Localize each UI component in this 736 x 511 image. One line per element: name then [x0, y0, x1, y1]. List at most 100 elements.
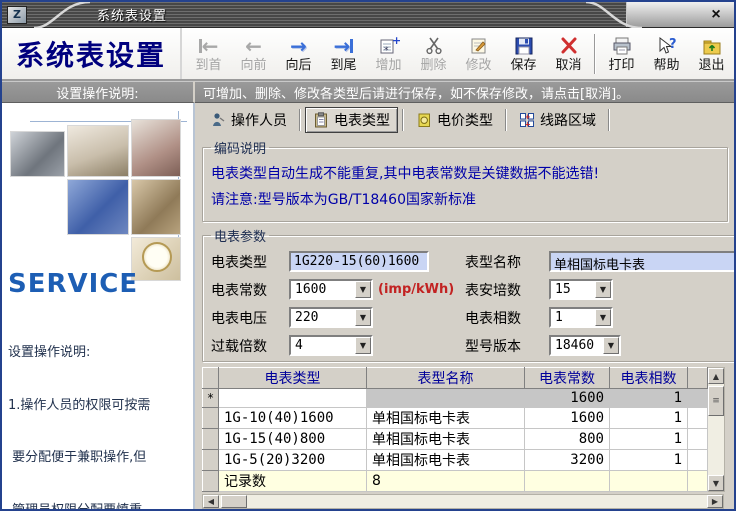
meter-type-field[interactable]: 1G220-15(60)1600	[289, 251, 429, 273]
voltage-dropdown-icon[interactable]: ▼	[355, 309, 371, 327]
grid-col-model-name[interactable]: 表型名称	[366, 367, 525, 390]
phases-value: 1	[555, 310, 563, 326]
horizontal-scroll-track[interactable]	[247, 495, 707, 508]
overload-select[interactable]: 4 ▼	[289, 335, 373, 357]
grid-col-filler	[687, 367, 708, 390]
amperage-select[interactable]: 15 ▼	[549, 279, 613, 301]
cell-filler	[687, 428, 708, 451]
amperage-label: 表安培数	[465, 282, 521, 299]
scroll-down-icon[interactable]: ▼	[708, 475, 724, 492]
scroll-left-icon[interactable]: ◀	[203, 495, 219, 508]
go-next-button[interactable]: → 向后	[276, 30, 321, 78]
model-name-field[interactable]: 单相国标电卡表	[549, 251, 734, 273]
row-selector-footer	[202, 470, 219, 493]
cell-constant[interactable]: 1600	[524, 407, 610, 430]
close-button[interactable]: ×	[706, 5, 726, 25]
service-wordmark: SERVICE	[8, 269, 139, 299]
grid-col-constant[interactable]: 电表常数	[524, 367, 610, 390]
cell-constant[interactable]: 3200	[524, 449, 610, 472]
delete-button[interactable]: 删除	[411, 30, 456, 78]
grid-vertical-scrollbar[interactable]: ▲ ≡ ▼	[708, 367, 725, 493]
go-next-label: 向后	[285, 58, 312, 73]
modify-button[interactable]: 修改	[456, 30, 501, 78]
go-last-button[interactable]: → 到尾	[321, 30, 366, 78]
tab-line-areas[interactable]: + + 线路区域	[511, 107, 604, 133]
voltage-select[interactable]: 220 ▼	[289, 307, 373, 329]
print-button[interactable]: 打印	[599, 30, 644, 78]
grid-data-row[interactable]: 1G-15(40)800 单相国标电卡表 800 1	[202, 428, 708, 451]
amperage-value: 15	[555, 282, 571, 298]
cell-phases[interactable]: 1	[609, 388, 688, 409]
model-version-dropdown-icon[interactable]: ▼	[603, 337, 619, 355]
delete-scissors-icon	[423, 34, 445, 58]
cell-meter-type[interactable]: 1G-15(40)800	[218, 428, 367, 451]
amperage-dropdown-icon[interactable]: ▼	[595, 281, 611, 299]
svg-text:+: +	[525, 121, 531, 129]
collage-hands-photo	[131, 179, 181, 235]
go-first-icon: ←	[198, 34, 218, 58]
horizontal-scroll-thumb[interactable]	[221, 495, 247, 508]
phases-label: 电表相数	[465, 310, 521, 327]
scroll-right-icon[interactable]: ▶	[707, 495, 723, 508]
instruction-line: 管理员权限分配要慎重.	[8, 502, 187, 510]
overload-dropdown-icon[interactable]: ▼	[355, 337, 371, 355]
left-panel: SERVICE 设置操作说明: 1.操作人员的权限可按需 要分配便于兼职操作,但…	[2, 103, 195, 509]
tab-line-areas-label: 线路区域	[540, 113, 596, 129]
cell-empty	[524, 470, 610, 493]
masthead-panel: 系统表设置	[2, 28, 182, 79]
cell-meter-type[interactable]: 1G-5(20)3200	[218, 449, 367, 472]
vertical-scroll-thumb[interactable]: ≡	[708, 386, 724, 417]
app-window: Z 系统表设置 × 系统表设置 ← 到首 ← 向前 → 向后 → 到尾 * 增加…	[0, 0, 736, 511]
meter-type-label: 电表类型	[211, 254, 267, 271]
cell-model-name[interactable]: 单相国标电卡表	[366, 428, 525, 451]
tab-meter-types[interactable]: 电表类型	[305, 107, 398, 133]
cell-phases[interactable]: 1	[609, 407, 688, 430]
go-prev-button[interactable]: ← 向前	[231, 30, 276, 78]
grid-data-row[interactable]: 1G-10(40)1600 单相国标电卡表 1600 1	[202, 407, 708, 430]
phases-select[interactable]: 1 ▼	[549, 307, 613, 329]
grid-col-meter-type[interactable]: 电表类型	[218, 367, 367, 390]
grid-horizontal-scrollbar[interactable]: ◀ ▶	[202, 494, 724, 509]
cell-phases[interactable]: 1	[609, 449, 688, 472]
tab-operators[interactable]: 操作人员	[202, 107, 295, 133]
grid-new-row[interactable]: * 1600 1	[202, 388, 708, 409]
vertical-scroll-track[interactable]	[708, 416, 724, 475]
cell-empty	[609, 470, 688, 493]
go-prev-label: 向前	[240, 58, 267, 73]
help-button[interactable]: ? 帮助	[644, 30, 689, 78]
row-selector[interactable]	[202, 449, 219, 472]
meter-constant-select[interactable]: 1600 ▼	[289, 279, 373, 301]
scroll-up-icon[interactable]: ▲	[708, 368, 724, 385]
cell-constant[interactable]: 1600	[524, 388, 610, 409]
row-selector[interactable]	[202, 407, 219, 430]
cell-model-name[interactable]: 单相国标电卡表	[366, 407, 525, 430]
phases-dropdown-icon[interactable]: ▼	[595, 309, 611, 327]
tab-price-types[interactable]: 电价类型	[408, 107, 501, 133]
row-selector-new[interactable]: *	[202, 388, 219, 409]
meter-constant-dropdown-icon[interactable]: ▼	[355, 281, 371, 299]
cell-meter-type[interactable]	[218, 388, 367, 409]
row-selector[interactable]	[202, 428, 219, 451]
modify-label: 修改	[465, 58, 492, 73]
collage-tool-photo	[10, 131, 65, 177]
cell-meter-type[interactable]: 1G-10(40)1600	[218, 407, 367, 430]
cancel-button[interactable]: 取消	[546, 30, 591, 78]
cell-phases[interactable]: 1	[609, 428, 688, 451]
grid-data-row[interactable]: 1G-5(20)3200 单相国标电卡表 3200 1	[202, 449, 708, 472]
cell-model-name[interactable]	[366, 388, 525, 409]
collage-ruler-photo	[131, 119, 181, 177]
model-version-value: 18460	[555, 338, 595, 354]
voltage-label: 电表电压	[211, 310, 267, 327]
tab-price-types-label: 电价类型	[437, 113, 493, 129]
save-button[interactable]: 保存	[501, 30, 546, 78]
cell-constant[interactable]: 800	[524, 428, 610, 451]
exit-button[interactable]: 退出	[689, 30, 734, 78]
grid-col-phases[interactable]: 电表相数	[609, 367, 688, 390]
add-record-label: 增加	[375, 58, 402, 73]
instruction-line: 设置操作说明:	[8, 345, 91, 360]
cell-model-name[interactable]: 单相国标电卡表	[366, 449, 525, 472]
model-version-select[interactable]: 18460 ▼	[549, 335, 621, 357]
add-record-button[interactable]: + * 增加	[366, 30, 411, 78]
tab-separator	[402, 109, 404, 131]
go-first-button[interactable]: ← 到首	[186, 30, 231, 78]
